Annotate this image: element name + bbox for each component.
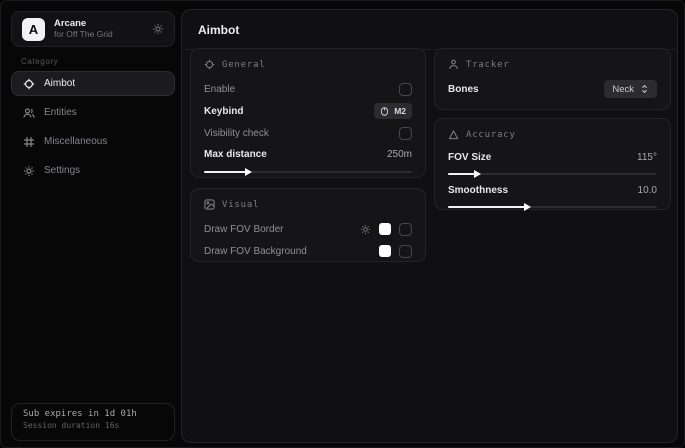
sidebar-item-entities[interactable]: Entities	[11, 100, 175, 125]
sidebar-item-settings[interactable]: Settings	[11, 158, 175, 183]
sidebar-item-label: Miscellaneous	[44, 136, 107, 147]
keybind-button[interactable]: M2	[374, 103, 412, 119]
gear-icon	[23, 165, 35, 177]
users-icon	[23, 107, 35, 119]
fov-background-color-swatch[interactable]	[379, 245, 391, 257]
visibility-checkbox[interactable]	[399, 127, 412, 140]
card-title: Tracker	[466, 60, 510, 70]
image-icon	[204, 199, 215, 210]
fov-border-row: Draw FOV Border	[204, 218, 412, 240]
visibility-row: Visibility check	[204, 122, 412, 144]
smoothness-value: 10.0	[638, 185, 657, 196]
sidebar-nav: Aimbot Entities Miscellaneous	[11, 71, 175, 183]
keybind-value: M2	[394, 106, 406, 116]
enable-label: Enable	[204, 84, 391, 95]
fov-size-value: 115°	[637, 152, 657, 163]
fov-border-label: Draw FOV Border	[204, 224, 352, 235]
sidebar-item-label: Aimbot	[44, 78, 75, 89]
max-distance-row: Max distance 250m	[204, 144, 412, 164]
main-panel: Aimbot General Enable Keybind	[181, 9, 678, 443]
subscription-info: Sub expires in 1d 01h Session duration 1…	[11, 403, 175, 441]
keybind-label: Keybind	[204, 106, 366, 117]
fov-size-row: FOV Size 115°	[448, 148, 657, 166]
app-window: A Arcane for Off The Grid Category Aimbo…	[0, 0, 685, 448]
app-subtitle: for Off The Grid	[54, 30, 143, 40]
smoothness-slider[interactable]	[448, 206, 657, 208]
fov-border-checkbox[interactable]	[399, 223, 412, 236]
fov-size-label: FOV Size	[448, 152, 629, 163]
bones-label: Bones	[448, 84, 596, 95]
card-visual: Visual Draw FOV Border Draw FOV Backgrou…	[190, 188, 426, 262]
keybind-row: Keybind M2	[204, 100, 412, 122]
grid-icon	[23, 136, 35, 148]
slider-thumb[interactable]	[474, 170, 481, 178]
card-accuracy: Accuracy FOV Size 115° Smoothness 10.0	[434, 118, 671, 210]
enable-checkbox[interactable]	[399, 83, 412, 96]
card-title: General	[222, 60, 266, 70]
max-distance-label: Max distance	[204, 149, 379, 160]
app-name: Arcane	[54, 19, 143, 30]
fov-background-label: Draw FOV Background	[204, 246, 371, 257]
main-header: Aimbot	[182, 10, 677, 50]
bones-selected-value: Neck	[612, 84, 634, 95]
bones-dropdown[interactable]: Neck	[604, 80, 657, 98]
sidebar-item-label: Settings	[44, 165, 80, 176]
card-general: General Enable Keybind M2 Visibili	[190, 48, 426, 178]
slider-thumb[interactable]	[245, 168, 252, 176]
app-header: A Arcane for Off The Grid	[11, 11, 175, 47]
gear-icon[interactable]	[360, 224, 371, 235]
crosshair-icon	[204, 59, 215, 70]
crosshair-icon	[23, 78, 35, 90]
selector-icon	[640, 84, 649, 94]
slider-thumb[interactable]	[524, 203, 531, 211]
max-distance-slider[interactable]	[204, 171, 412, 173]
app-logo: A	[22, 18, 45, 41]
category-label: Category	[21, 57, 58, 66]
smoothness-row: Smoothness 10.0	[448, 181, 657, 199]
fov-background-checkbox[interactable]	[399, 245, 412, 258]
session-duration-text: Session duration 16s	[23, 421, 163, 430]
person-icon	[448, 59, 459, 70]
sub-expiry-text: Sub expires in 1d 01h	[23, 409, 163, 419]
fov-background-row: Draw FOV Background	[204, 240, 412, 262]
card-title: Visual	[222, 200, 259, 210]
sidebar-item-label: Entities	[44, 107, 77, 118]
bones-row: Bones Neck	[448, 78, 657, 100]
gear-icon[interactable]	[152, 23, 164, 35]
fov-size-slider[interactable]	[448, 173, 657, 175]
card-tracker: Tracker Bones Neck	[434, 48, 671, 110]
smoothness-label: Smoothness	[448, 185, 630, 196]
fov-border-color-swatch[interactable]	[379, 223, 391, 235]
mouse-icon	[380, 107, 389, 116]
enable-row: Enable	[204, 78, 412, 100]
max-distance-value: 250m	[387, 149, 412, 160]
visibility-label: Visibility check	[204, 128, 391, 139]
sidebar-item-aimbot[interactable]: Aimbot	[11, 71, 175, 96]
card-title: Accuracy	[466, 130, 516, 140]
page-title: Aimbot	[198, 23, 239, 37]
sidebar: A Arcane for Off The Grid Category Aimbo…	[1, 1, 181, 448]
angle-icon	[448, 129, 459, 140]
sidebar-item-miscellaneous[interactable]: Miscellaneous	[11, 129, 175, 154]
